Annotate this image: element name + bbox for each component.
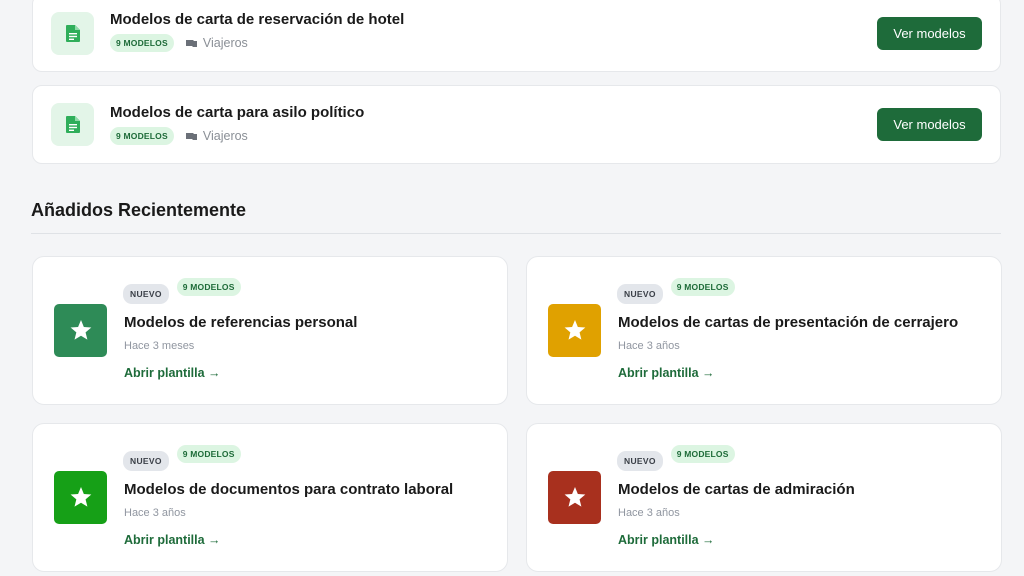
open-template-link[interactable]: Abrir plantilla →: [618, 533, 715, 547]
count-badge: 9 MODELOS: [670, 278, 735, 296]
document-icon: [51, 103, 94, 146]
new-badge: NUEVO: [617, 451, 663, 471]
star-icon: [54, 304, 107, 357]
recent-card: NUEVO 9 MODELOS Modelos de referencias p…: [32, 256, 508, 405]
category-label: Viajeros: [185, 36, 248, 50]
new-badge: NUEVO: [123, 451, 169, 471]
star-icon: [548, 471, 601, 524]
template-card: Modelos de carta de reservación de hotel…: [32, 0, 1001, 72]
flag-icon: [185, 132, 197, 140]
template-card: Modelos de carta para asilo político 9 M…: [32, 85, 1001, 164]
flag-icon: [185, 39, 197, 47]
template-title: Modelos de carta para asilo político: [110, 104, 365, 121]
ver-modelos-button[interactable]: Ver modelos: [877, 108, 982, 141]
star-icon: [54, 471, 107, 524]
open-template-link[interactable]: Abrir plantilla →: [618, 366, 715, 380]
template-title: Modelos de carta de reservación de hotel: [110, 11, 405, 28]
document-icon: [51, 11, 94, 55]
open-template-link[interactable]: Abrir plantilla →: [124, 533, 221, 547]
recent-title: Modelos de documentos para contrato labo…: [124, 481, 454, 498]
count-badge: 9 MODELOS: [110, 127, 174, 145]
recent-card: NUEVO 9 MODELOS Modelos de cartas de pre…: [526, 256, 1002, 405]
category-label: Viajeros: [185, 129, 248, 143]
count-badge: 9 MODELOS: [110, 34, 174, 52]
new-badge: NUEVO: [123, 284, 169, 304]
recent-card: NUEVO 9 MODELOS Modelos de documentos pa…: [32, 423, 508, 572]
recent-title: Modelos de cartas de presentación de cer…: [618, 314, 959, 331]
recent-time: Hace 3 años: [618, 340, 680, 352]
ver-modelos-button[interactable]: Ver modelos: [877, 17, 982, 50]
section-title: Añadidos Recientemente: [31, 200, 247, 220]
count-badge: 9 MODELOS: [670, 445, 735, 463]
recent-time: Hace 3 años: [618, 507, 680, 519]
star-icon: [548, 304, 601, 357]
open-template-link[interactable]: Abrir plantilla →: [124, 366, 221, 380]
recent-time: Hace 3 años: [124, 507, 186, 519]
recent-card: NUEVO 9 MODELOS Modelos de cartas de adm…: [526, 423, 1002, 572]
count-badge: 9 MODELOS: [176, 445, 241, 463]
recent-title: Modelos de cartas de admiración: [618, 481, 855, 498]
divider: [31, 233, 1001, 234]
recent-title: Modelos de referencias personal: [124, 314, 358, 331]
count-badge: 9 MODELOS: [176, 278, 241, 296]
new-badge: NUEVO: [617, 284, 663, 304]
recent-time: Hace 3 meses: [124, 340, 195, 352]
